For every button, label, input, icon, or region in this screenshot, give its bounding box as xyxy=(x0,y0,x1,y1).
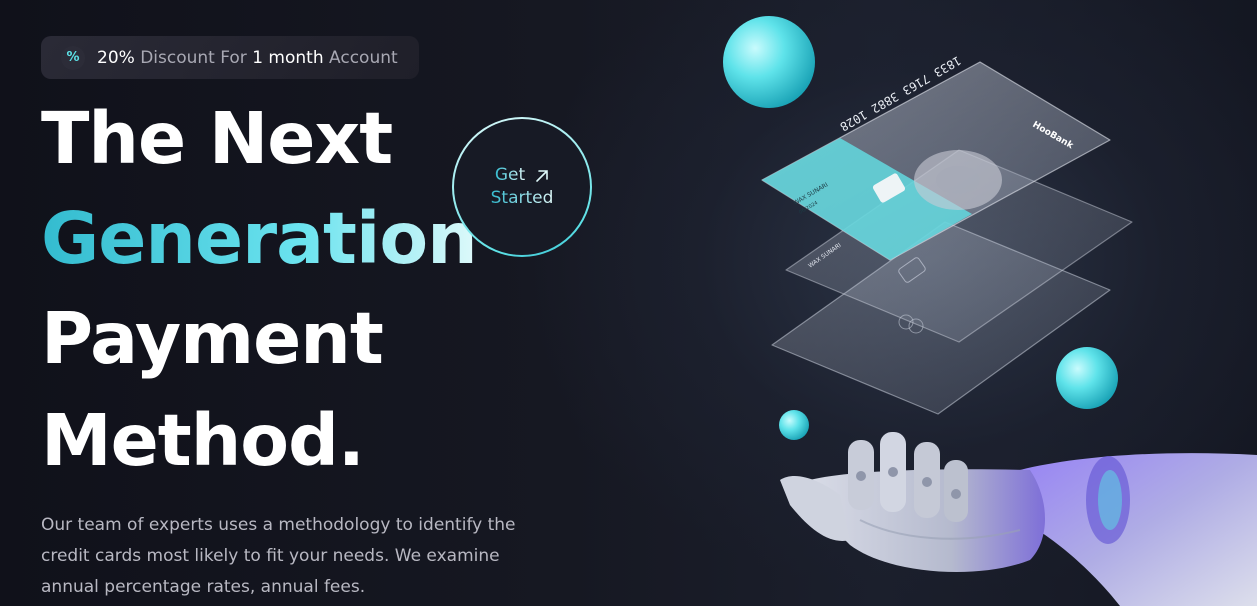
arrow-up-right-icon xyxy=(536,169,548,182)
get-started-button[interactable]: Get Started xyxy=(452,117,592,257)
hero-section: % 20% Discount For 1 month Account The N… xyxy=(0,0,1257,606)
sphere-medium xyxy=(1056,347,1118,409)
discount-label: Discount For xyxy=(134,47,253,68)
discount-percent: 20% xyxy=(97,47,135,68)
robot-hand xyxy=(780,432,1257,606)
heading-line-3: Payment xyxy=(41,297,384,380)
get-started-inner: Get Started xyxy=(454,119,590,255)
get-started-row-1: Get xyxy=(495,164,549,187)
discount-text: 20% Discount For 1 month Account xyxy=(97,48,398,68)
discount-suffix: Account xyxy=(323,47,398,68)
get-started-row-2: Started xyxy=(491,187,554,210)
discount-badge: % 20% Discount For 1 month Account xyxy=(41,36,419,79)
heading-line-4: Method. xyxy=(41,399,365,482)
discount-icon: % xyxy=(61,45,85,70)
discount-duration: 1 month xyxy=(252,47,324,68)
hero-illustration: WAX SUNARI 1833 7163 3882 1028 HooBank W… xyxy=(723,16,1257,606)
get-started-word-2: Started xyxy=(490,188,554,208)
sphere-large xyxy=(723,16,815,108)
heading-line-1: The Next xyxy=(41,97,393,180)
sphere-small xyxy=(779,410,809,440)
get-started-word-1: Get xyxy=(494,165,526,185)
hero-description: Our team of experts uses a methodology t… xyxy=(41,515,516,597)
heading-line-2: Generation xyxy=(41,197,478,280)
